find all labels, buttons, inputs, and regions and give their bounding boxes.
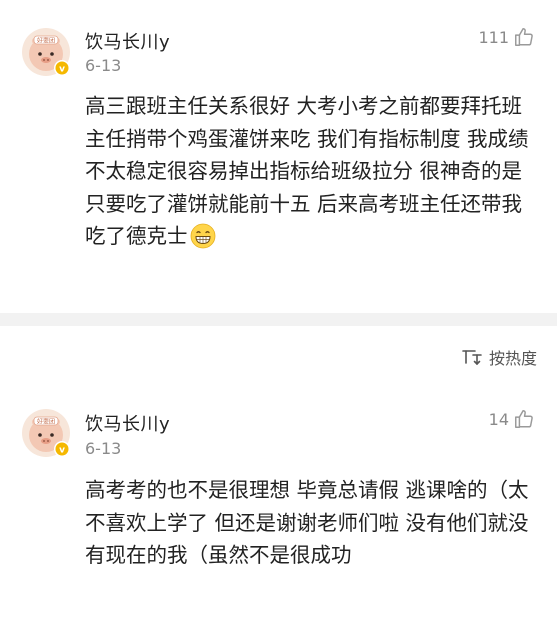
avatar-badge-text: 好耍团 — [37, 418, 55, 426]
comment-text-body: 高三跟班主任关系很好 大考小考之前都要拜托班主任捎带个鸡蛋灌饼来吃 我们有指标制… — [85, 94, 529, 248]
avatar[interactable]: 好耍团 v — [21, 408, 71, 458]
comment-item: 好耍团 v 饮马长川y 6-13 111 高三跟班主任关系很好 大考小考之前都要… — [0, 0, 557, 310]
like-count: 111 — [478, 27, 509, 47]
like-count: 14 — [488, 409, 509, 429]
sort-icon — [462, 350, 482, 366]
avatar[interactable]: 好耍团 v — [21, 27, 71, 77]
comment-text: 高考考的也不是很理想 毕竟总请假 逃课啥的（太不喜欢上学了 但还是谢谢老师们啦 … — [85, 478, 529, 567]
comment-text: 高三跟班主任关系很好 大考小考之前都要拜托班主任捎带个鸡蛋灌饼来吃 我们有指标制… — [85, 90, 535, 253]
grin-emoji-icon — [190, 223, 215, 249]
sort-label: 按热度 — [488, 349, 537, 368]
like-button[interactable]: 14 — [489, 408, 535, 430]
comment-username[interactable]: 饮马长川y — [85, 28, 170, 54]
sort-button[interactable]: 按热度 — [461, 345, 537, 369]
svg-text:v: v — [59, 446, 65, 456]
comment-username[interactable]: 饮马长川y — [85, 410, 170, 436]
section-divider — [0, 313, 557, 326]
thumbs-up-icon — [515, 410, 533, 428]
like-button[interactable]: 111 — [478, 26, 535, 48]
comment-date: 6-13 — [85, 56, 122, 75]
comment-item: 好耍团 v 饮马长川y 6-13 14 高考考的也不是很理想 毕竟总请假 逃课啥… — [0, 390, 557, 621]
comment-date: 6-13 — [85, 439, 122, 458]
thumbs-up-icon — [515, 28, 533, 46]
svg-text:v: v — [59, 65, 65, 75]
avatar-badge-text: 好耍团 — [37, 37, 55, 45]
